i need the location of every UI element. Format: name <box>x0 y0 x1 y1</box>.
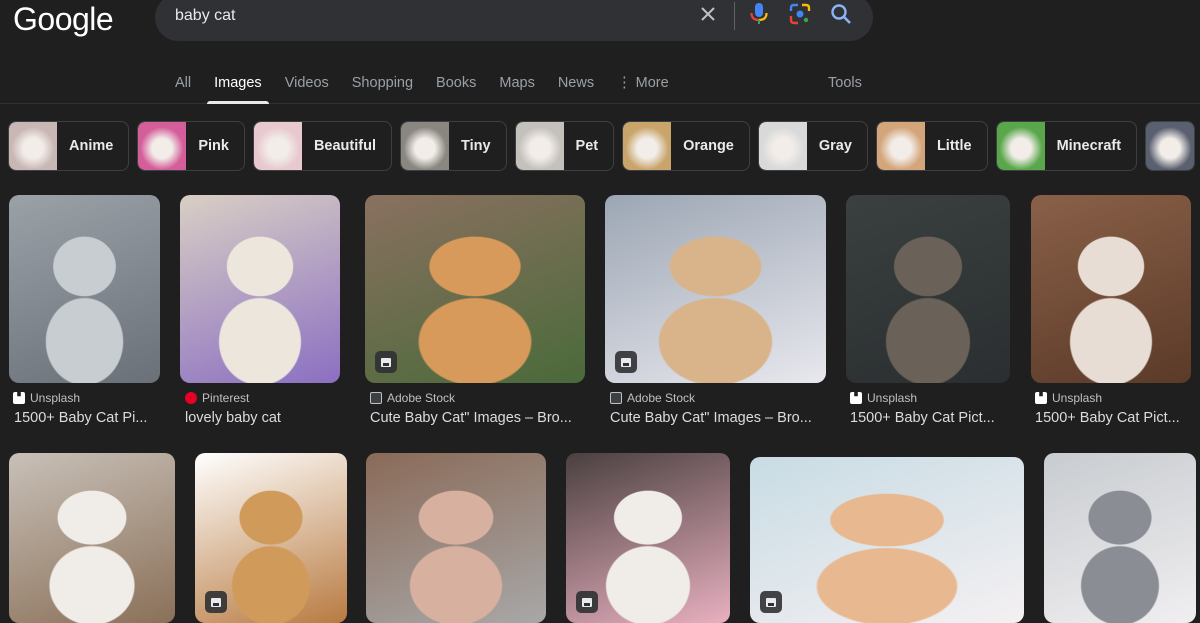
image-badge-icon <box>205 591 227 613</box>
search-input[interactable] <box>175 4 675 28</box>
chip-partial[interactable] <box>1145 121 1196 171</box>
image-badge-icon <box>760 591 782 613</box>
tab-more[interactable]: ⋮ More <box>617 70 669 104</box>
chip-minecraft[interactable]: Minecraft <box>995 121 1138 171</box>
unsplash-icon <box>13 392 25 404</box>
chip-anime[interactable]: Anime <box>8 121 130 171</box>
tools-button[interactable]: Tools <box>828 70 862 96</box>
result-source[interactable]: Pinterest <box>185 391 249 405</box>
result-source[interactable]: Adobe Stock <box>610 391 695 405</box>
google-logo[interactable]: Google <box>13 0 114 38</box>
chip-thumbnail <box>138 122 187 170</box>
source-name: Adobe Stock <box>387 391 456 405</box>
chip-label: Beautiful <box>313 138 376 154</box>
chip-thumbnail <box>758 122 807 170</box>
result-source[interactable]: Adobe Stock <box>370 391 455 405</box>
source-name: Unsplash <box>30 391 81 405</box>
result-image[interactable] <box>9 453 175 623</box>
search-divider <box>734 2 735 30</box>
result-title[interactable]: lovely baby cat <box>185 410 340 426</box>
search-button[interactable] <box>825 0 857 30</box>
adobe-stock-icon <box>370 392 382 404</box>
source-name: Pinterest <box>202 391 250 405</box>
chip-label: Anime <box>69 138 114 154</box>
chip-gray[interactable]: Gray <box>757 121 868 171</box>
close-icon <box>701 7 715 21</box>
chip-label: Little <box>936 138 972 154</box>
chip-thumbnail <box>623 122 672 170</box>
search-icon <box>831 4 851 24</box>
image-badge-icon <box>375 351 397 373</box>
source-name: Adobe Stock <box>627 391 696 405</box>
chip-label: Pink <box>198 138 229 154</box>
chip-thumbnail <box>996 122 1045 170</box>
result-image[interactable] <box>366 453 546 623</box>
result-source[interactable]: Unsplash <box>850 391 917 405</box>
result-image[interactable] <box>9 195 160 383</box>
chip-thumbnail <box>9 122 57 170</box>
chip-thumbnail <box>1146 122 1195 170</box>
result-source[interactable]: Unsplash <box>1035 391 1102 405</box>
chip-label: Orange <box>683 138 734 154</box>
result-image[interactable] <box>750 457 1024 623</box>
chip-thumbnail <box>400 122 449 170</box>
chip-thumbnail <box>515 122 564 170</box>
result-image[interactable] <box>1044 453 1196 623</box>
clear-search-button[interactable] <box>692 0 724 30</box>
chip-label: Gray <box>818 138 852 154</box>
result-source[interactable]: Unsplash <box>13 391 80 405</box>
unsplash-icon <box>1035 392 1047 404</box>
tab-books[interactable]: Books <box>436 70 476 104</box>
result-image[interactable] <box>365 195 585 383</box>
adobe-stock-icon <box>610 392 622 404</box>
tab-all[interactable]: All <box>175 70 191 104</box>
result-title[interactable]: Cute Baby Cat" Images – Bro... <box>370 410 585 426</box>
chip-thumbnail <box>876 122 925 170</box>
image-badge-icon <box>615 351 637 373</box>
result-title[interactable]: 1500+ Baby Cat Pict... <box>850 410 1008 426</box>
unsplash-icon <box>850 392 862 404</box>
voice-search-button[interactable] <box>743 0 775 30</box>
camera-lens-icon <box>789 3 811 25</box>
search-by-image-button[interactable] <box>784 0 816 30</box>
refinement-chips: Anime Pink Beautiful Tiny Pet Orange Gra… <box>8 121 1200 171</box>
header: Google baby cat All Images Videos Shoppi… <box>0 0 1200 104</box>
search-box <box>155 0 873 41</box>
chip-beautiful[interactable]: Beautiful <box>252 121 392 171</box>
microphone-icon <box>750 3 768 24</box>
chip-label: Pet <box>575 138 599 154</box>
result-image[interactable] <box>605 195 826 383</box>
chip-tiny[interactable]: Tiny <box>399 121 507 171</box>
result-image[interactable] <box>1031 195 1191 383</box>
search-type-tabs: All Images Videos Shopping Books Maps Ne… <box>175 70 692 104</box>
result-title[interactable]: Cute Baby Cat" Images – Bro... <box>610 410 825 426</box>
tab-videos[interactable]: Videos <box>285 70 329 104</box>
result-image[interactable] <box>846 195 1010 383</box>
chip-pet[interactable]: Pet <box>514 121 615 171</box>
tab-news[interactable]: News <box>558 70 594 104</box>
result-title[interactable]: 1500+ Baby Cat Pict... <box>1035 410 1191 426</box>
result-title[interactable]: 1500+ Baby Cat Pi... <box>14 410 164 426</box>
chip-thumbnail <box>253 122 302 170</box>
result-image[interactable] <box>180 195 340 383</box>
pinterest-icon <box>185 392 197 404</box>
chip-orange[interactable]: Orange <box>622 121 750 171</box>
chip-little[interactable]: Little <box>875 121 988 171</box>
chip-pink[interactable]: Pink <box>137 121 245 171</box>
tab-maps[interactable]: Maps <box>499 70 534 104</box>
tab-images[interactable]: Images <box>207 70 269 104</box>
result-image[interactable] <box>566 453 730 623</box>
chip-label: Minecraft <box>1056 138 1122 154</box>
result-image[interactable] <box>195 453 347 623</box>
source-name: Unsplash <box>1052 391 1103 405</box>
image-badge-icon <box>576 591 598 613</box>
tab-shopping[interactable]: Shopping <box>352 70 413 104</box>
source-name: Unsplash <box>867 391 918 405</box>
chip-label: Tiny <box>460 138 491 154</box>
